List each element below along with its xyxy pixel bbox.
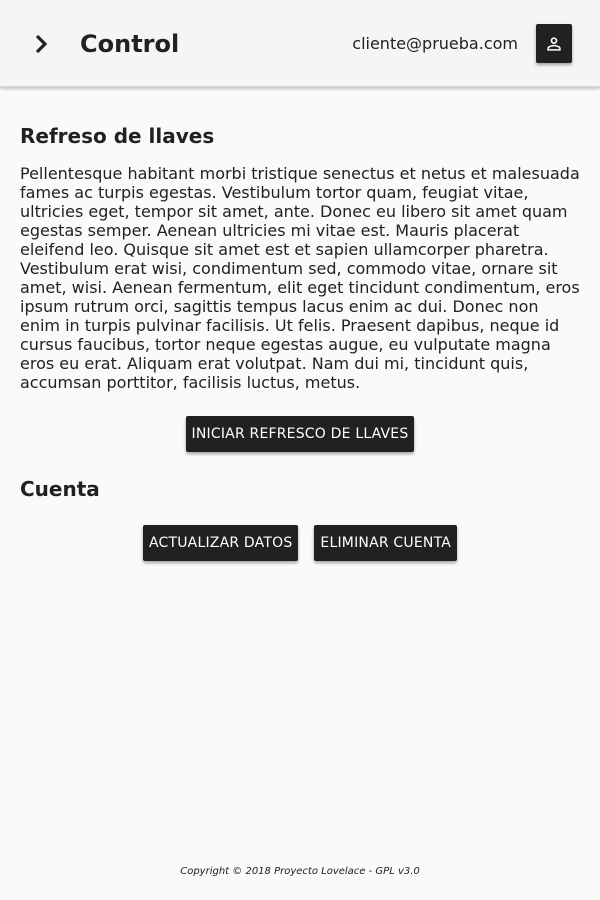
app-title: Control: [80, 30, 180, 58]
keys-section-title: Refreso de llaves: [20, 124, 215, 148]
account-actions: ACTUALIZAR DATOS ELIMINAR CUENTA: [20, 525, 580, 561]
account-section-title: Cuenta: [20, 477, 100, 501]
footer-copyright: Copyright © 2018 Proyecto Lovelace - GPL…: [180, 866, 420, 877]
menu-toggle-button[interactable]: [28, 31, 54, 57]
chevron-right-icon: [35, 34, 48, 54]
main-content: Refreso de llaves Pellentesque habitant …: [20, 123, 580, 561]
start-key-refresh-button[interactable]: INICIAR REFRESCO DE LLAVES: [185, 416, 415, 452]
update-data-button[interactable]: ACTUALIZAR DATOS: [142, 525, 299, 561]
keys-section-description: Pellentesque habitant morbi tristique se…: [20, 164, 580, 392]
delete-account-button[interactable]: ELIMINAR CUENTA: [314, 525, 458, 561]
keys-actions: INICIAR REFRESCO DE LLAVES: [20, 416, 580, 452]
account-button[interactable]: [536, 24, 572, 63]
top-app-bar: Control cliente@prueba.com: [0, 0, 600, 87]
user-email: cliente@prueba.com: [352, 34, 518, 53]
person-icon: [547, 36, 561, 51]
